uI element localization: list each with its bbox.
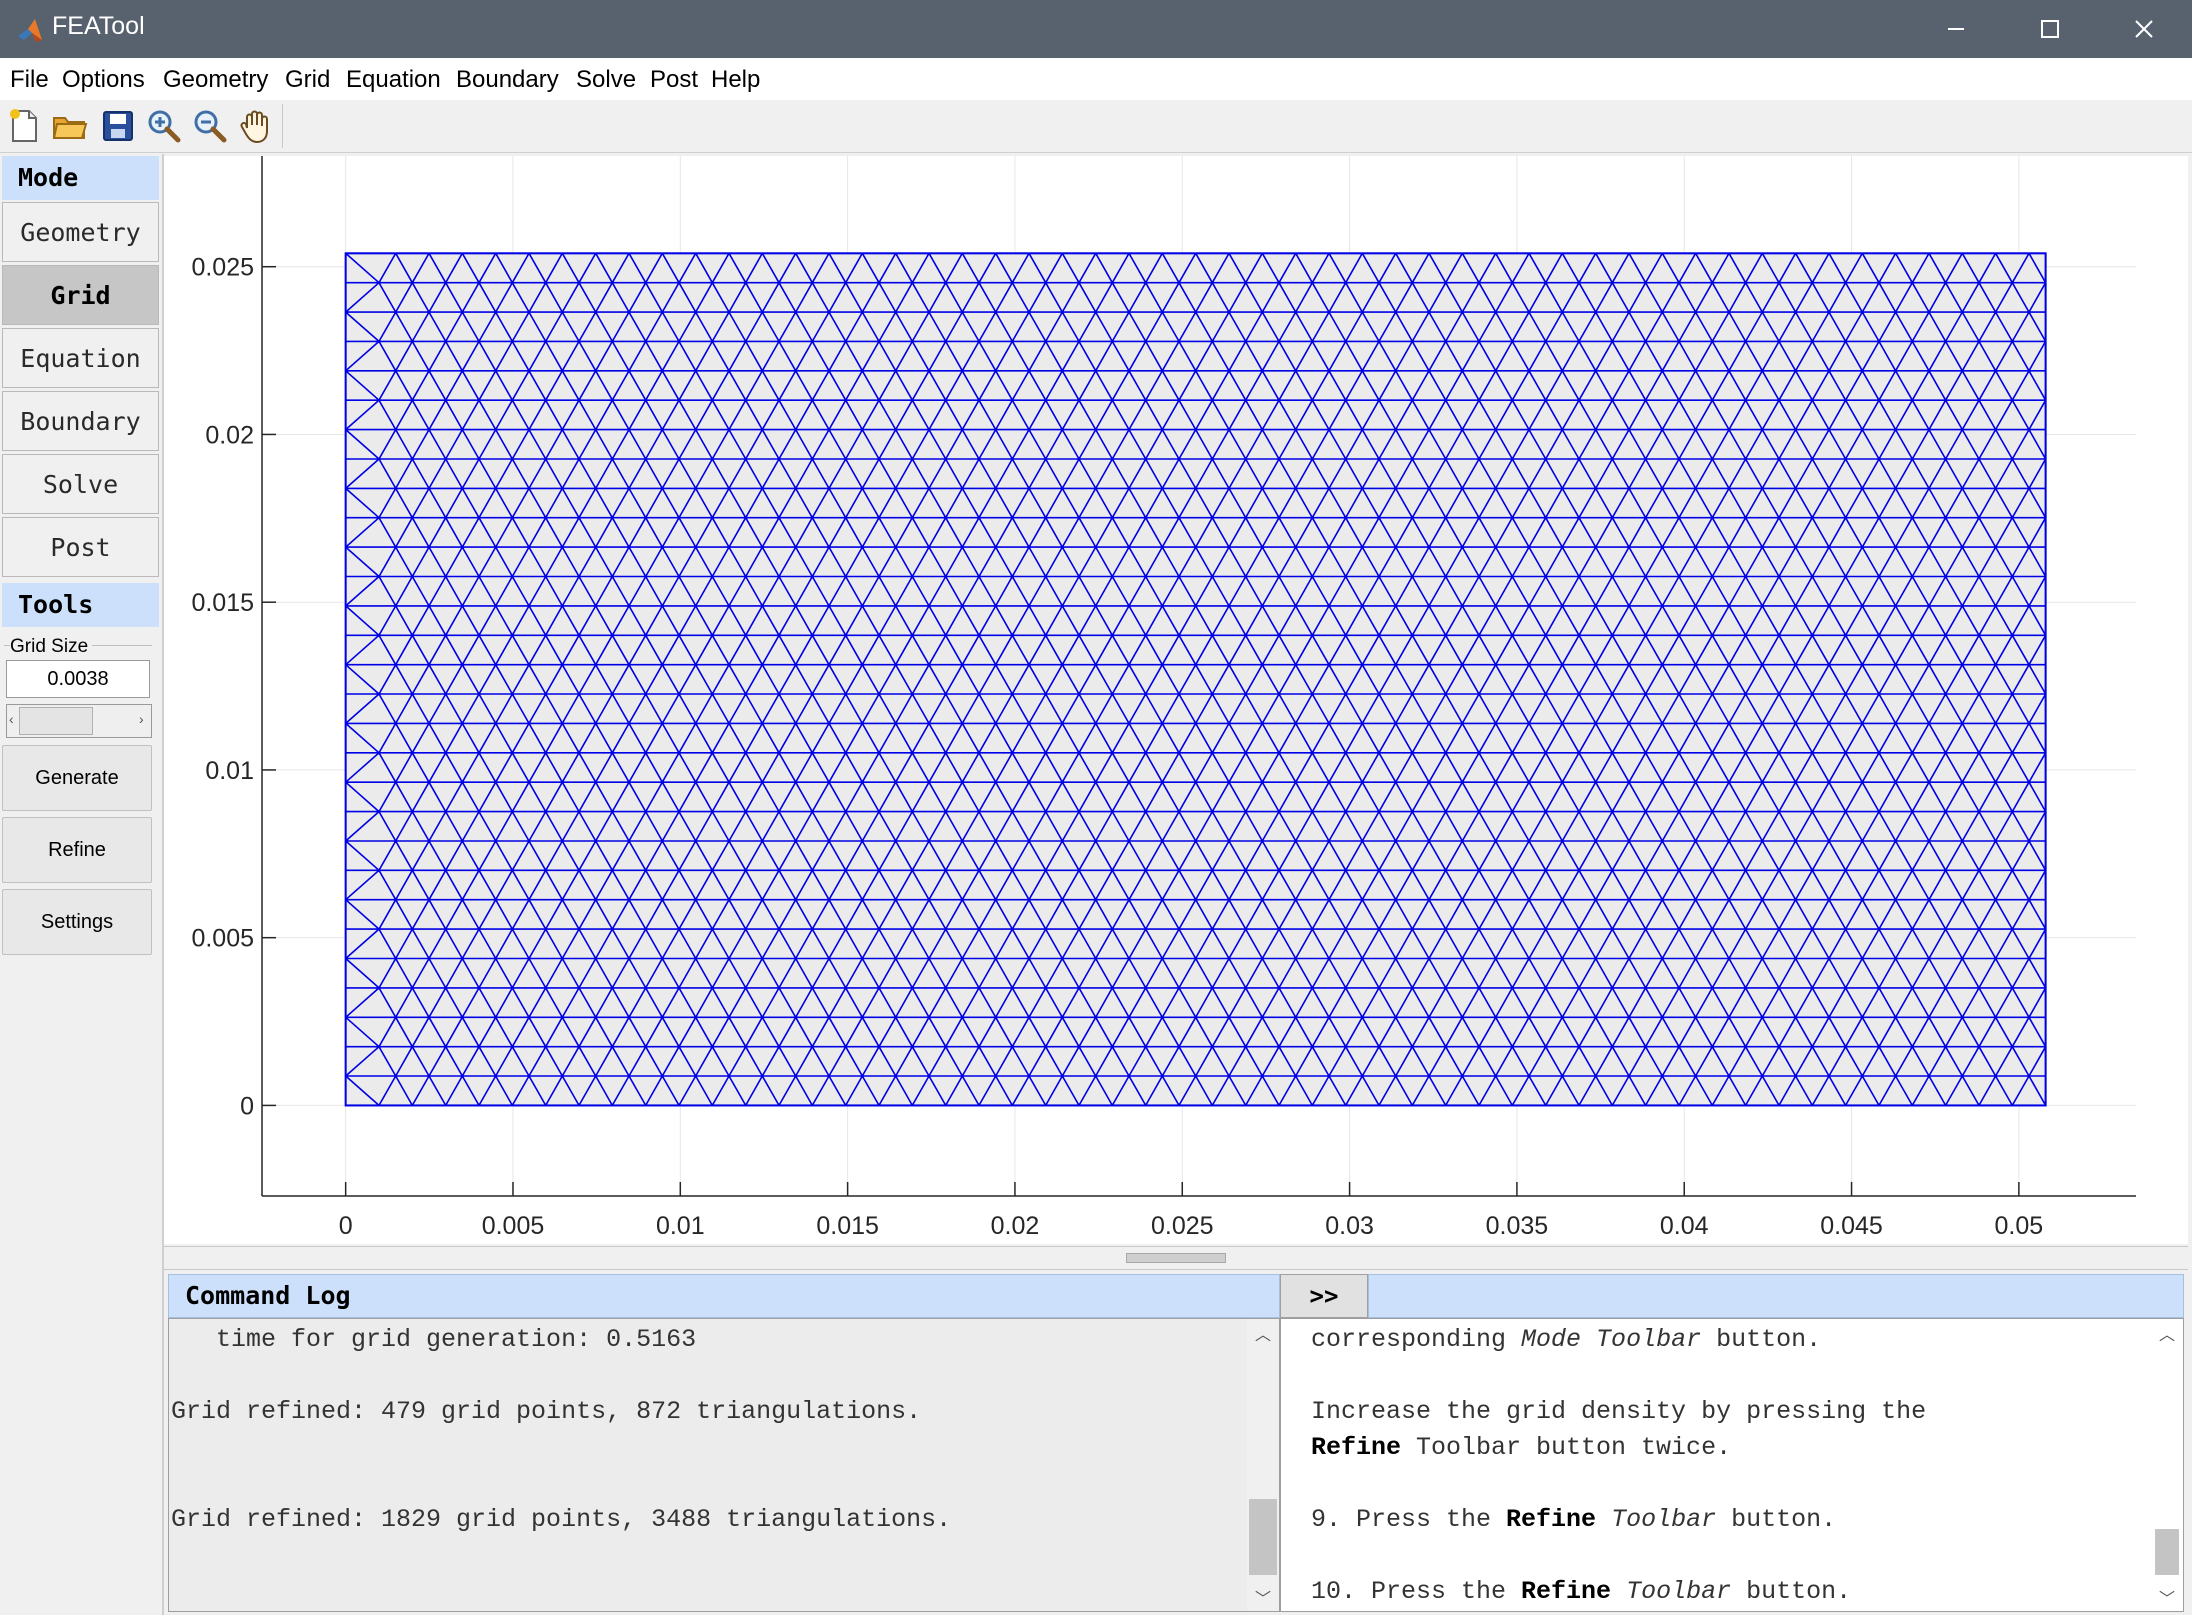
tools-header: Tools — [2, 583, 159, 627]
help-line-2: Increase the grid density by pressing th… — [1311, 1397, 1927, 1426]
help-panel-header — [1368, 1274, 2184, 1318]
toolbar — [0, 100, 2192, 153]
maximize-icon — [2041, 20, 2059, 38]
menu-geometry[interactable]: Geometry — [163, 66, 268, 94]
expand-help-button[interactable]: >> — [1280, 1274, 1368, 1318]
scroll-up-icon[interactable]: ︿ — [1247, 1321, 1279, 1345]
minimize-button[interactable] — [1910, 0, 2002, 58]
x-tick-label: 0 — [339, 1212, 353, 1240]
x-tick-label: 0.045 — [1820, 1212, 1883, 1240]
menu-help[interactable]: Help — [711, 66, 760, 94]
x-tick-label: 0.02 — [991, 1212, 1040, 1240]
mode-geometry-button[interactable]: Geometry — [2, 202, 159, 262]
close-button[interactable] — [2098, 0, 2190, 58]
y-tick-label: 0 — [240, 1092, 254, 1120]
open-folder-icon[interactable] — [50, 106, 90, 146]
x-tick-label: 0.01 — [656, 1212, 705, 1240]
grid-size-input[interactable]: 0.0038 — [6, 660, 150, 698]
mode-post-button[interactable]: Post — [2, 517, 159, 577]
command-log-scrollbar[interactable]: ︿ ﹀ — [1247, 1319, 1279, 1611]
menu-boundary[interactable]: Boundary — [456, 66, 559, 94]
menu-equation[interactable]: Equation — [346, 66, 441, 94]
window-title: FEATool — [52, 12, 145, 40]
generate-button[interactable]: Generate — [2, 745, 152, 811]
scroll-down-icon[interactable]: ﹀ — [2151, 1585, 2183, 1609]
mode-solve-button[interactable]: Solve — [2, 454, 159, 514]
command-log-header: Command Log — [168, 1274, 1280, 1318]
menu-post[interactable]: Post — [650, 66, 698, 94]
help-step-9: 9. Press the Refine Toolbar button. — [1311, 1505, 1837, 1534]
x-tick-label: 0.035 — [1486, 1212, 1549, 1240]
scroll-thumb[interactable] — [2155, 1529, 2179, 1575]
grid-size-slider[interactable]: ‹ › — [6, 704, 152, 738]
plot-area[interactable]: 0 0.005 0.01 0.015 0.02 0.025 0.03 0.035 0.04 0.0… — [164, 156, 2188, 1244]
panel-splitter[interactable] — [164, 1246, 2188, 1270]
menu-file[interactable]: File — [10, 66, 49, 94]
slider-right-arrow-icon[interactable]: › — [139, 711, 144, 727]
splitter-handle[interactable] — [1126, 1253, 1226, 1263]
new-file-icon[interactable] — [4, 106, 44, 146]
maximize-button[interactable] — [2004, 0, 2096, 58]
y-tick-label: 0.015 — [191, 589, 254, 617]
save-icon[interactable] — [98, 106, 138, 146]
slider-left-arrow-icon[interactable]: ‹ — [9, 711, 14, 727]
log-line: time for grid generation: 0.5163 — [171, 1325, 697, 1354]
scroll-up-icon[interactable]: ︿ — [2151, 1321, 2183, 1345]
menu-grid[interactable]: Grid — [285, 66, 330, 94]
slider-thumb[interactable] — [19, 707, 93, 735]
help-line-3: Refine Toolbar button twice. — [1311, 1433, 1732, 1462]
help-panel[interactable]: corresponding Mode Toolbar button. Incre… — [1280, 1318, 2184, 1612]
help-line-1: corresponding Mode Toolbar button. — [1311, 1325, 1822, 1354]
log-line: Grid refined: 479 grid points, 872 trian… — [171, 1397, 922, 1426]
x-tick-label: 0.05 — [1995, 1212, 2044, 1240]
mode-equation-button[interactable]: Equation — [2, 328, 159, 388]
pan-hand-icon[interactable] — [236, 106, 276, 146]
mode-header: Mode — [2, 156, 159, 200]
y-tick-label: 0.025 — [191, 254, 254, 282]
x-tick-label: 0.025 — [1151, 1212, 1214, 1240]
help-panel-scrollbar[interactable]: ︿ ﹀ — [2151, 1319, 2183, 1611]
zoom-out-icon[interactable] — [190, 106, 230, 146]
y-tick-label: 0.01 — [205, 757, 254, 785]
x-tick-label: 0.04 — [1660, 1212, 1709, 1240]
scroll-thumb[interactable] — [1249, 1499, 1277, 1575]
x-tick-label: 0.015 — [816, 1212, 879, 1240]
help-step-10: 10. Press the Refine Toolbar button. — [1311, 1577, 1852, 1606]
log-line: Grid refined: 1829 grid points, 3488 tri… — [171, 1505, 952, 1534]
command-log[interactable]: time for grid generation: 0.5163 Grid re… — [168, 1318, 1280, 1612]
mesh-plot[interactable]: 0 0.005 0.01 0.015 0.02 0.025 0.03 0.035 0.04 0.0… — [164, 156, 2188, 1244]
minimize-icon — [1948, 28, 1964, 30]
x-tick-label: 0.005 — [482, 1212, 545, 1240]
settings-button[interactable]: Settings — [2, 889, 152, 955]
grid-size-label: Grid Size — [10, 636, 93, 658]
y-tick-label: 0.005 — [191, 925, 254, 953]
mode-grid-button[interactable]: Grid — [2, 265, 159, 325]
y-tick-label: 0.02 — [205, 421, 254, 449]
zoom-in-icon[interactable] — [144, 106, 184, 146]
close-icon — [2135, 20, 2153, 38]
refine-button[interactable]: Refine — [2, 817, 152, 883]
scroll-down-icon[interactable]: ﹀ — [1247, 1585, 1279, 1609]
menu-solve[interactable]: Solve — [576, 66, 636, 94]
menu-bar: File Options Geometry Grid Equation Boun… — [0, 58, 2192, 101]
mode-boundary-button[interactable]: Boundary — [2, 391, 159, 451]
toolbar-separator — [282, 104, 283, 148]
x-tick-label: 0.03 — [1325, 1212, 1374, 1240]
title-bar: FEATool — [0, 0, 2192, 58]
menu-options[interactable]: Options — [62, 66, 145, 94]
matlab-app-icon — [18, 19, 42, 42]
